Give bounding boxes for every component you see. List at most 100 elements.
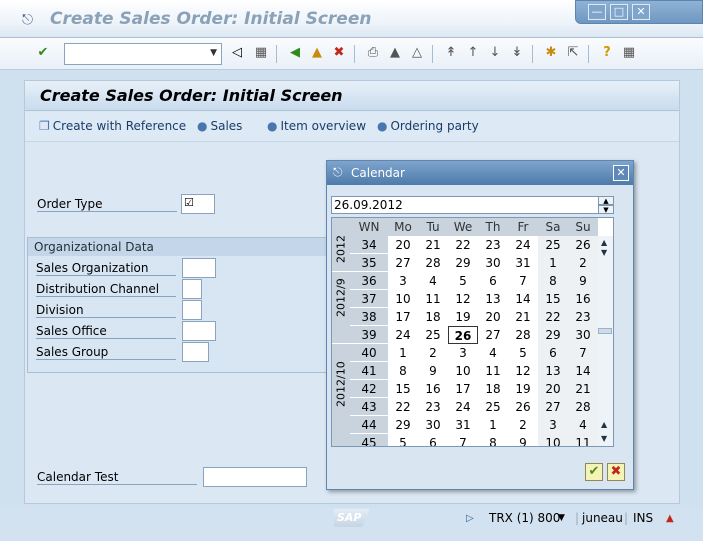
calendar-day[interactable]: 9: [508, 434, 538, 446]
enter-icon[interactable]: ✔: [34, 44, 52, 62]
calendar-day[interactable]: 25: [538, 236, 568, 254]
calendar-day[interactable]: 26: [568, 236, 598, 254]
order-type-field[interactable]: ☑: [181, 194, 215, 214]
scroll-down-icon[interactable]: ▼: [601, 434, 607, 443]
week-number[interactable]: 37: [350, 290, 388, 308]
week-number[interactable]: 45: [350, 434, 388, 446]
week-number[interactable]: 44: [350, 416, 388, 434]
calendar-day[interactable]: 12: [448, 290, 478, 308]
ordering-party-button[interactable]: ● Ordering party: [377, 119, 479, 133]
calendar-day[interactable]: 29: [388, 416, 418, 434]
calendar-day[interactable]: 9: [568, 272, 598, 290]
sales-group-field[interactable]: [182, 342, 209, 362]
create-session-icon[interactable]: ✱: [542, 44, 560, 62]
cancel-icon[interactable]: ✖: [330, 44, 348, 62]
calendar-day[interactable]: 24: [508, 236, 538, 254]
calendar-day[interactable]: 16: [568, 290, 598, 308]
division-field[interactable]: [182, 300, 202, 320]
calendar-day[interactable]: 3: [448, 344, 478, 362]
calendar-day[interactable]: 26: [508, 398, 538, 416]
scroll-up-icon[interactable]: ▲: [601, 420, 607, 429]
calendar-day[interactable]: 7: [448, 434, 478, 446]
close-icon[interactable]: ✕: [632, 4, 650, 20]
calendar-day[interactable]: 5: [388, 434, 418, 446]
calendar-day[interactable]: 22: [388, 398, 418, 416]
calendar-day[interactable]: 25: [418, 326, 448, 344]
calendar-day[interactable]: 23: [568, 308, 598, 326]
scroll-up-icon[interactable]: ▲: [601, 238, 607, 247]
previous-page-icon[interactable]: ↑: [464, 44, 482, 62]
calendar-day[interactable]: 30: [568, 326, 598, 344]
chevron-down-icon[interactable]: ▼: [558, 513, 565, 523]
calendar-day[interactable]: 13: [478, 290, 508, 308]
calendar-day[interactable]: 15: [388, 380, 418, 398]
create-with-reference-button[interactable]: ❐ Create with Reference: [39, 119, 186, 133]
calendar-day[interactable]: 21: [568, 380, 598, 398]
first-page-icon[interactable]: ↟: [442, 44, 460, 62]
save-icon[interactable]: ▦: [252, 44, 270, 62]
calendar-day[interactable]: 21: [508, 308, 538, 326]
calendar-day[interactable]: 8: [538, 272, 568, 290]
customize-layout-icon[interactable]: ▦: [620, 44, 638, 62]
calendar-day[interactable]: 14: [568, 362, 598, 380]
back-icon[interactable]: ◀: [286, 44, 304, 62]
calendar-day[interactable]: 16: [418, 380, 448, 398]
calendar-day[interactable]: 7: [508, 272, 538, 290]
calendar-day[interactable]: 11: [478, 362, 508, 380]
calendar-day[interactable]: 31: [508, 254, 538, 272]
sales-office-field[interactable]: [182, 321, 216, 341]
week-number[interactable]: 36: [350, 272, 388, 290]
week-number[interactable]: 42: [350, 380, 388, 398]
chevron-up-icon[interactable]: ▲: [598, 196, 614, 205]
calendar-day[interactable]: 23: [478, 236, 508, 254]
calendar-day[interactable]: 23: [418, 398, 448, 416]
calendar-scrollbar[interactable]: ▲ ▼ ▲ ▼: [597, 236, 613, 446]
calendar-day[interactable]: 14: [508, 290, 538, 308]
calendar-day[interactable]: 6: [538, 344, 568, 362]
calendar-day[interactable]: 24: [388, 326, 418, 344]
sales-button[interactable]: ● Sales: [197, 119, 242, 133]
calendar-day[interactable]: 5: [508, 344, 538, 362]
calendar-day[interactable]: 19: [448, 308, 478, 326]
calendar-day[interactable]: 24: [448, 398, 478, 416]
status-toggle-icon[interactable]: ▷: [466, 513, 474, 524]
calendar-day[interactable]: 8: [478, 434, 508, 446]
week-number[interactable]: 40: [350, 344, 388, 362]
command-field[interactable]: ▼: [64, 43, 222, 65]
calendar-day[interactable]: 1: [388, 344, 418, 362]
calendar-day[interactable]: 2: [418, 344, 448, 362]
find-next-icon[interactable]: △: [408, 44, 426, 62]
date-input[interactable]: 26.09.2012: [331, 196, 611, 214]
calendar-day[interactable]: 15: [538, 290, 568, 308]
calendar-day[interactable]: 20: [388, 236, 418, 254]
calendar-day[interactable]: 17: [448, 380, 478, 398]
calendar-day[interactable]: 4: [478, 344, 508, 362]
calendar-day[interactable]: 28: [568, 398, 598, 416]
calendar-day[interactable]: 29: [538, 326, 568, 344]
calendar-day[interactable]: 30: [418, 416, 448, 434]
chevron-down-icon[interactable]: ▼: [210, 48, 217, 58]
close-icon[interactable]: ✕: [613, 165, 629, 181]
back-arrow-icon[interactable]: ◁: [228, 44, 246, 62]
calendar-day[interactable]: 18: [478, 380, 508, 398]
calendar-day[interactable]: 3: [388, 272, 418, 290]
calendar-day[interactable]: 10: [538, 434, 568, 446]
calendar-day[interactable]: 22: [538, 308, 568, 326]
calendar-day[interactable]: 11: [418, 290, 448, 308]
calendar-day[interactable]: 6: [418, 434, 448, 446]
calendar-day[interactable]: 29: [448, 254, 478, 272]
print-icon[interactable]: ⎙: [364, 44, 382, 62]
shortcut-icon[interactable]: ⇱: [564, 44, 582, 62]
calendar-day[interactable]: 26: [448, 326, 478, 344]
calendar-day[interactable]: 25: [478, 398, 508, 416]
cancel-button[interactable]: ✖: [607, 463, 625, 481]
calendar-day[interactable]: 19: [508, 380, 538, 398]
calendar-day[interactable]: 27: [538, 398, 568, 416]
maximize-icon[interactable]: □: [610, 4, 628, 20]
week-number[interactable]: 39: [350, 326, 388, 344]
week-number[interactable]: 43: [350, 398, 388, 416]
calendar-day[interactable]: 12: [508, 362, 538, 380]
calendar-day[interactable]: 21: [418, 236, 448, 254]
help-icon[interactable]: ?: [598, 44, 616, 62]
calendar-day[interactable]: 31: [448, 416, 478, 434]
